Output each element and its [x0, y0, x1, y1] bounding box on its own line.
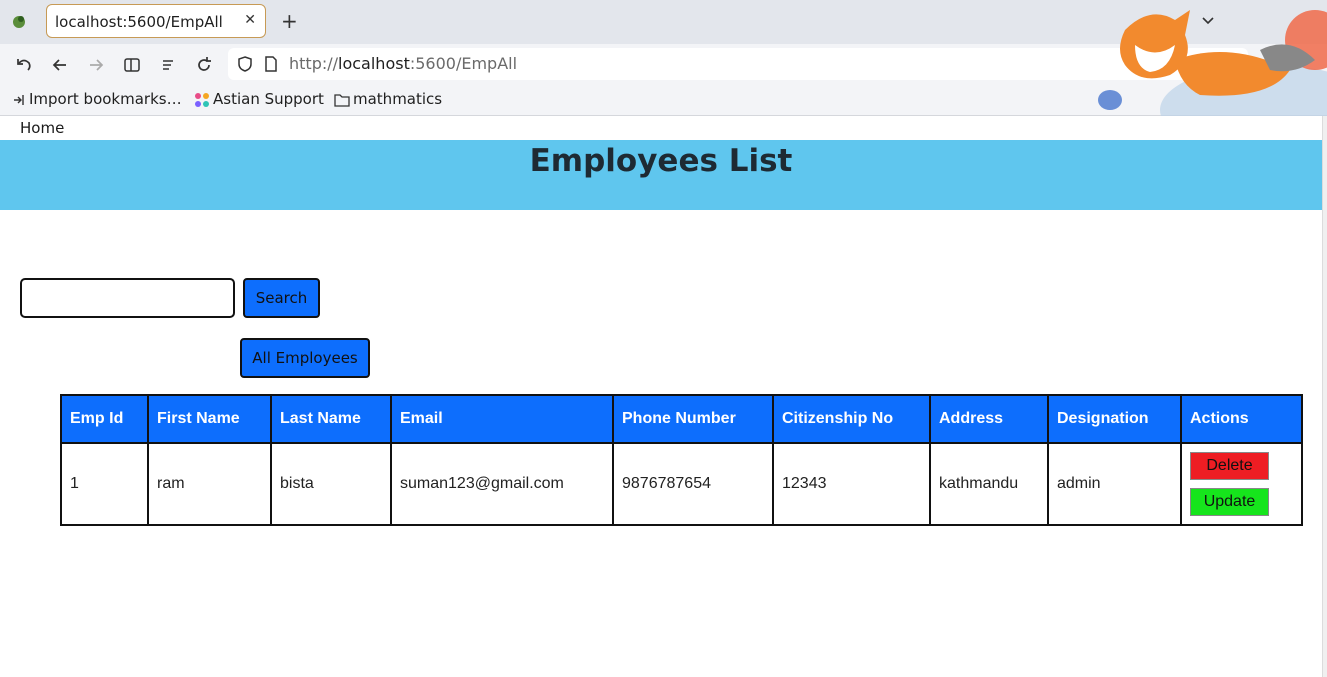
- bookmark-label: Astian Support: [213, 90, 324, 108]
- cell-actions: Delete Update: [1180, 442, 1303, 526]
- column-header-emp-id: Emp Id: [60, 394, 149, 444]
- back-arrow-icon[interactable]: [50, 55, 70, 75]
- cell-citizenship-no: 12343: [772, 442, 931, 526]
- cell-last-name: bista: [270, 442, 392, 526]
- browser-tab[interactable]: localhost:5600/EmpAll ✕: [46, 4, 266, 38]
- search-button[interactable]: Search: [243, 278, 320, 318]
- bookmark-label: mathmatics: [353, 90, 443, 108]
- bookmark-import[interactable]: Import bookmarks…: [12, 90, 182, 108]
- column-header-last-name: Last Name: [270, 394, 392, 444]
- page-icon[interactable]: [263, 55, 279, 73]
- column-header-designation: Designation: [1047, 394, 1182, 444]
- cell-phone-number: 9876787654: [612, 442, 774, 526]
- list-icon[interactable]: [158, 55, 178, 75]
- browser-theme-fox-illustration: [1098, 10, 1327, 116]
- column-header-citizenship-no: Citizenship No: [772, 394, 931, 444]
- reload-icon[interactable]: [194, 55, 214, 75]
- new-tab-icon[interactable]: +: [281, 9, 298, 33]
- cell-emp-id: 1: [60, 442, 149, 526]
- bookmark-folder-mathmatics[interactable]: mathmatics: [334, 90, 442, 108]
- table-header-row: Emp Id First Name Last Name Email Phone …: [60, 394, 1303, 444]
- page-title: Employees List: [529, 143, 793, 179]
- astian-logo-icon: [195, 92, 209, 107]
- search-input[interactable]: [20, 278, 235, 318]
- cell-first-name: ram: [147, 442, 272, 526]
- column-header-email: Email: [390, 394, 614, 444]
- column-header-actions: Actions: [1180, 394, 1303, 444]
- cell-designation: admin: [1047, 442, 1182, 526]
- column-header-first-name: First Name: [147, 394, 272, 444]
- folder-icon: [334, 93, 350, 107]
- close-tab-icon[interactable]: ✕: [244, 12, 256, 28]
- column-header-phone-number: Phone Number: [612, 394, 774, 444]
- tab-title: localhost:5600/EmpAll: [55, 13, 223, 31]
- delete-button[interactable]: Delete: [1190, 452, 1269, 480]
- browser-app-icon[interactable]: [10, 12, 28, 30]
- home-link[interactable]: Home: [20, 119, 64, 137]
- url-scheme: http://: [289, 54, 339, 73]
- bookmark-astian-support[interactable]: Astian Support: [194, 90, 324, 108]
- update-button[interactable]: Update: [1190, 488, 1269, 516]
- sidebar-icon[interactable]: [122, 55, 142, 75]
- page-scrollbar[interactable]: [1322, 116, 1327, 677]
- shield-icon[interactable]: [236, 55, 254, 73]
- forward-arrow-icon[interactable]: [86, 55, 106, 75]
- undo-close-tab-icon[interactable]: [14, 55, 34, 75]
- table-row: 1 ram bista suman123@gmail.com 987678765…: [60, 442, 1303, 526]
- url-text[interactable]: http://localhost:5600/EmpAll: [289, 54, 517, 73]
- cell-address: kathmandu: [929, 442, 1049, 526]
- all-employees-button[interactable]: All Employees: [240, 338, 370, 378]
- cell-email: suman123@gmail.com: [390, 442, 614, 526]
- employees-table: Emp Id First Name Last Name Email Phone …: [60, 394, 1303, 526]
- bookmark-label: Import bookmarks…: [29, 90, 182, 108]
- url-host: localhost: [338, 54, 410, 73]
- import-icon: [14, 94, 24, 105]
- url-path: :5600/EmpAll: [409, 54, 518, 73]
- column-header-address: Address: [929, 394, 1049, 444]
